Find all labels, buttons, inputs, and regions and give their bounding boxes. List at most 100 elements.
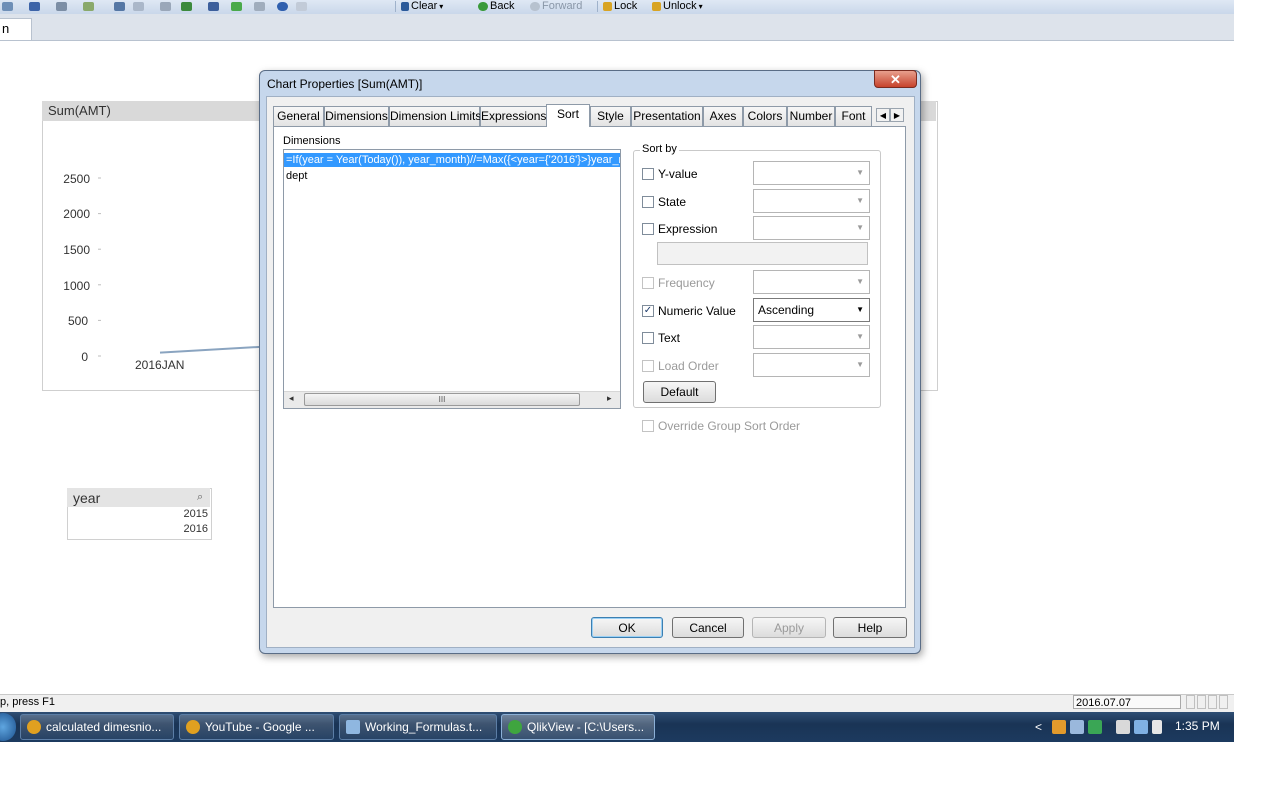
frequency-label: Frequency (658, 276, 715, 290)
override-group-sort-label: Override Group Sort Order (658, 419, 801, 433)
taskbar-item-label: QlikView - [C:\Users... (527, 719, 645, 734)
bookmark-icon[interactable] (231, 2, 242, 11)
tab-sort[interactable]: Sort (546, 104, 590, 127)
year-listbox-title: year (73, 490, 101, 506)
dimension-item[interactable]: =If(year = Year(Today()), year_month)//=… (284, 153, 620, 167)
tab-colors[interactable]: Colors (743, 106, 787, 126)
series-line (159, 345, 266, 354)
clear-button[interactable]: Clear ▾ (401, 0, 443, 13)
tab-presentation[interactable]: Presentation (631, 106, 703, 126)
status-cell (1197, 695, 1206, 709)
clear-label: Clear (411, 0, 438, 12)
expression-combo[interactable]: ▼ (753, 216, 870, 240)
scroll-left-icon[interactable]: ◂ (289, 393, 294, 404)
help-button[interactable]: Help (833, 617, 907, 638)
tab-expressions[interactable]: Expressions (480, 106, 547, 126)
tab-axes[interactable]: Axes (703, 106, 743, 126)
tab-scroll-left-icon[interactable]: ◀ (876, 108, 890, 122)
status-cell (1208, 695, 1217, 709)
taskbar-item-chrome[interactable]: calculated dimesnio... (20, 714, 174, 740)
volume-icon[interactable] (1152, 720, 1163, 734)
apply-button[interactable]: Apply (752, 617, 826, 638)
y-value-combo[interactable]: ▼ (753, 161, 870, 185)
forward-button[interactable]: Forward (530, 0, 582, 13)
text-checkbox[interactable] (642, 332, 654, 344)
listbox-value[interactable]: 2015 (150, 508, 208, 520)
undo-icon[interactable] (114, 2, 125, 11)
chevron-down-icon: ▼ (856, 223, 864, 232)
tab-style[interactable]: Style (590, 106, 631, 126)
taskbar-item-label: calculated dimesnio... (46, 719, 162, 734)
state-checkbox[interactable] (642, 196, 654, 208)
power-icon[interactable] (1116, 720, 1131, 734)
drive-icon[interactable] (1088, 720, 1103, 734)
sheet-tab[interactable]: n (0, 18, 32, 40)
toolbar-separator (395, 1, 396, 12)
taskbar-item-notepad[interactable]: Working_Formulas.t... (339, 714, 497, 740)
select-icon[interactable] (181, 2, 192, 11)
numeric-value-checkbox[interactable]: ✓ (642, 305, 654, 317)
tray-app-icon[interactable] (1052, 720, 1067, 734)
default-button[interactable]: Default (643, 381, 716, 403)
chart-title: Sum(AMT) (48, 103, 111, 118)
y-value-checkbox[interactable] (642, 168, 654, 180)
save-icon[interactable] (29, 2, 40, 11)
report-icon[interactable] (254, 2, 265, 11)
y-tick-label: 2000 (63, 207, 90, 221)
tab-dimension-limits[interactable]: Dimension Limits (389, 106, 481, 126)
display-icon[interactable] (1070, 720, 1085, 734)
export-icon[interactable] (83, 2, 94, 11)
taskbar-item-label: YouTube - Google ... (205, 719, 315, 734)
clock[interactable]: 1:35 PM (1175, 719, 1220, 733)
listbox-value[interactable]: 2016 (150, 523, 208, 535)
taskbar-item-chrome[interactable]: YouTube - Google ... (179, 714, 334, 740)
dimension-item[interactable]: dept (284, 169, 620, 183)
new-chart-icon[interactable] (208, 2, 219, 11)
back-button[interactable]: Back (478, 0, 514, 13)
chrome-icon (27, 720, 41, 734)
pointer-icon[interactable] (296, 2, 307, 11)
ok-button[interactable]: OK (591, 617, 663, 638)
scroll-right-icon[interactable]: ▸ (607, 393, 612, 404)
close-button[interactable]: ✕ (874, 70, 917, 88)
y-tick-label: 1000 (63, 279, 90, 293)
help-icon[interactable] (277, 2, 288, 11)
toolbar-separator (597, 1, 598, 12)
chevron-down-icon: ▾ (698, 2, 703, 11)
override-group-sort-checkbox[interactable] (642, 420, 654, 432)
frequency-checkbox[interactable] (642, 277, 654, 289)
chevron-down-icon: ▾ (439, 2, 444, 11)
tab-font[interactable]: Font (835, 106, 872, 126)
frequency-combo[interactable]: ▼ (753, 270, 870, 294)
y-value-label: Y-value (658, 167, 698, 181)
redo-icon[interactable] (133, 2, 144, 11)
y-tick-label: 2500 (63, 172, 90, 186)
tab-dimensions[interactable]: Dimensions (324, 106, 389, 126)
load-order-label: Load Order (658, 359, 719, 373)
expression-checkbox[interactable] (642, 223, 654, 235)
load-order-combo[interactable]: ▼ (753, 353, 870, 377)
load-order-checkbox[interactable] (642, 360, 654, 372)
unlock-icon (652, 2, 661, 11)
cancel-button[interactable]: Cancel (672, 617, 744, 638)
text-combo[interactable]: ▼ (753, 325, 870, 349)
unlock-button[interactable]: Unlock ▾ (652, 0, 703, 13)
print-icon[interactable] (56, 2, 67, 11)
scrollbar-thumb[interactable]: III (304, 393, 580, 406)
numeric-value-combo[interactable]: Ascending ▼ (753, 298, 870, 322)
chevron-down-icon: ▼ (856, 360, 864, 369)
search-icon[interactable]: ⌕ (197, 491, 203, 504)
network-icon[interactable] (1134, 720, 1149, 734)
state-combo[interactable]: ▼ (753, 189, 870, 213)
search-icon[interactable] (160, 2, 171, 11)
open-icon[interactable] (2, 2, 13, 11)
expression-field[interactable] (657, 242, 868, 265)
taskbar-item-qlikview[interactable]: QlikView - [C:\Users... (501, 714, 655, 740)
dimensions-list[interactable] (283, 149, 621, 409)
tab-number[interactable]: Number (787, 106, 835, 126)
taskbar-item-label: Working_Formulas.t... (365, 719, 483, 734)
lock-button[interactable]: Lock (603, 0, 637, 13)
tab-general[interactable]: General (273, 106, 324, 126)
tab-scroll-right-icon[interactable]: ▶ (890, 108, 904, 122)
tray-expand-icon[interactable]: < (1035, 720, 1042, 734)
